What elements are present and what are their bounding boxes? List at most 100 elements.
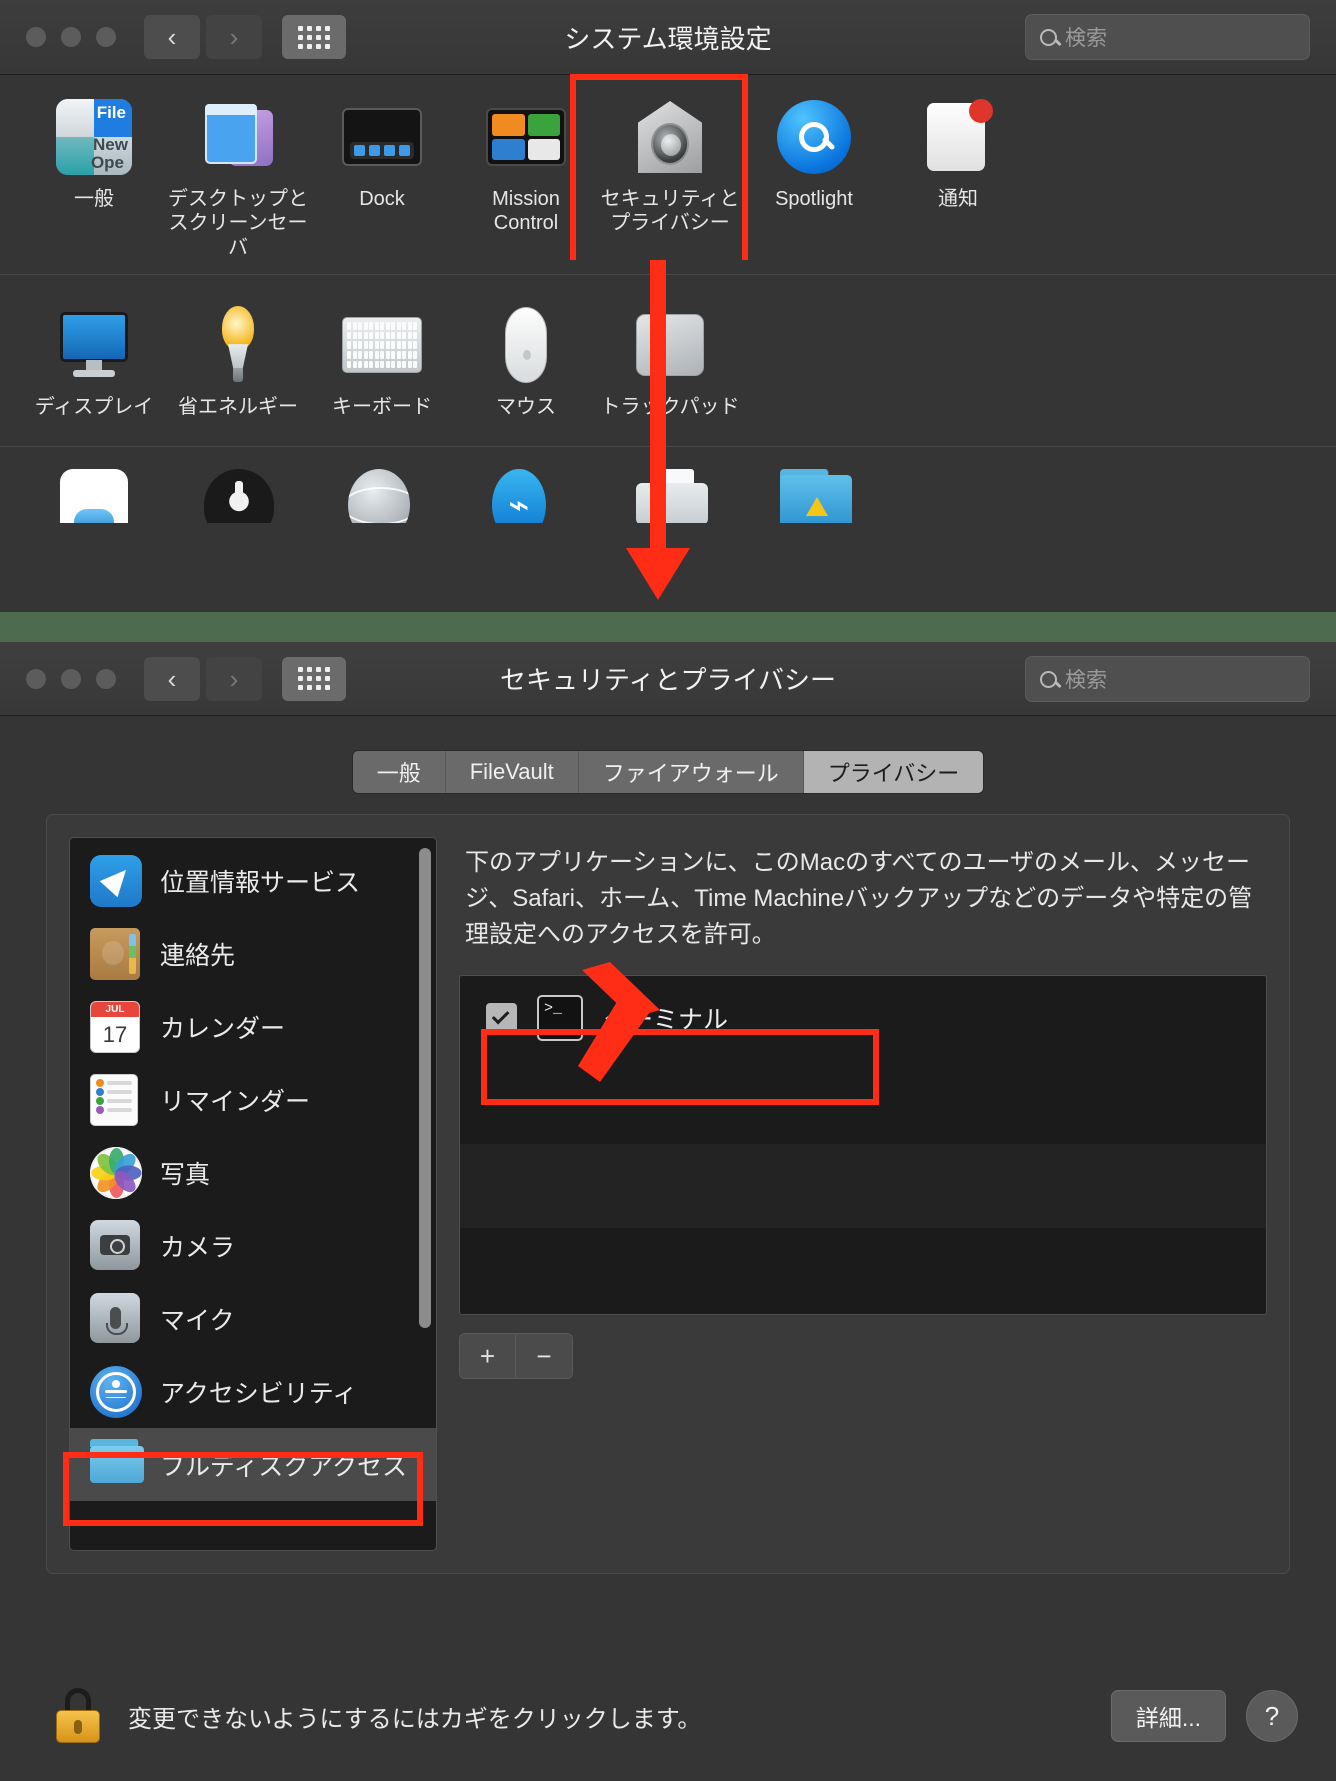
general-icon: File New Ope [54, 97, 134, 177]
sidebar-item-label: リマインダー [160, 1087, 311, 1116]
close-button[interactable] [26, 668, 46, 689]
help-button[interactable]: ? [1246, 1690, 1298, 1742]
pref-item-trackpad[interactable]: トラックパッド [598, 305, 742, 419]
system-preferences-window: ‹ › システム環境設定 検索 File New Ope 一般 デスクトップと … [0, 0, 1336, 612]
window1-titlebar: ‹ › システム環境設定 検索 [0, 0, 1336, 75]
sidebar-item-label: 連絡先 [160, 941, 236, 970]
app-checkbox[interactable] [486, 1002, 517, 1034]
pref-item-mission-control[interactable]: Mission Control [454, 97, 598, 260]
tab-privacy[interactable]: プライバシー [803, 751, 984, 793]
tab-bar: 一般 FileVault ファイアウォール プライバシー [38, 750, 1298, 794]
remove-app-button[interactable]: − [516, 1334, 572, 1378]
pref-item-printers-scanners[interactable] [598, 468, 742, 523]
zoom-button[interactable] [96, 27, 116, 47]
notifications-icon [918, 97, 998, 177]
calendar-icon: JUL 17 [90, 1000, 142, 1053]
general-icon-text-2: New [93, 135, 128, 154]
sidebar-item-full-disk-access[interactable]: フルディスクアクセス [70, 1428, 436, 1501]
grid-icon [298, 25, 330, 49]
pref-item-label: デスクトップと スクリーンセーバ [168, 188, 308, 259]
pref-item-mouse[interactable]: マウス [454, 305, 598, 419]
minimize-button[interactable] [61, 27, 81, 47]
pref-item-displays[interactable]: ディスプレイ [22, 305, 166, 419]
sidebar-item-label: 写真 [160, 1160, 211, 1189]
pref-item-desktop-screensaver[interactable]: デスクトップと スクリーンセーバ [166, 97, 310, 260]
pref-item-security-privacy[interactable]: セキュリティと プライバシー [598, 97, 742, 260]
search-icon [1040, 670, 1057, 688]
back-button[interactable]: ‹ [144, 656, 200, 701]
privacy-detail-column: 下のアプリケーションに、このMacのすべてのユーザのメール、メッセージ、Safa… [459, 837, 1267, 1551]
display-icon [54, 305, 134, 385]
unlocked-padlock-icon[interactable] [54, 1688, 102, 1744]
app-row-empty [460, 1060, 1266, 1144]
mission-control-icon [486, 97, 566, 177]
back-button[interactable]: ‹ [144, 15, 200, 59]
sidebar-item-label: カメラ [160, 1233, 236, 1262]
tab-filevault[interactable]: FileVault [445, 751, 579, 793]
forward-button[interactable]: › [206, 15, 262, 59]
search-placeholder: 検索 [1065, 669, 1107, 692]
window1-search-field[interactable]: 検索 [1025, 14, 1310, 60]
advanced-button[interactable]: 詳細... [1110, 1690, 1226, 1742]
show-all-grid-button[interactable] [282, 15, 346, 59]
spotlight-icon [774, 97, 854, 177]
pref-item-app-store[interactable] [166, 468, 310, 523]
sidebar-item-accessibility[interactable]: アクセシビリティ [70, 1355, 436, 1428]
window2-traffic-lights [26, 668, 116, 689]
pref-item-label: 省エネルギー [178, 396, 298, 419]
desktop-screensaver-icon [198, 97, 278, 177]
printers-scanners-icon [636, 468, 708, 523]
security-privacy-window: ‹ › セキュリティとプライバシー 検索 一般 FileVault ファイアウォ… [0, 642, 1336, 1781]
general-icon-text-3: Ope [90, 153, 124, 172]
forward-button[interactable]: › [206, 656, 262, 701]
bottom-bar: 変更できないようにするにはカギをクリックします。 詳細... ? [0, 1651, 1336, 1781]
tab-general[interactable]: 一般 [352, 751, 446, 793]
tab-firewall[interactable]: ファイアウォール [578, 751, 804, 793]
pref-item-spotlight[interactable]: Spotlight [742, 97, 886, 260]
close-button[interactable] [26, 27, 46, 47]
mouse-icon [486, 305, 566, 385]
sidebar-item-contacts[interactable]: 連絡先 [70, 917, 436, 990]
keyboard-icon [342, 305, 422, 385]
app-row-terminal[interactable]: >_ ターミナル [460, 976, 1266, 1060]
app-row-empty [460, 1228, 1266, 1312]
window2-search-field[interactable]: 検索 [1025, 656, 1310, 702]
sharing-icon [780, 468, 852, 523]
app-store-icon [204, 468, 274, 523]
pref-item-general[interactable]: File New Ope 一般 [22, 97, 166, 260]
sidebar-item-photos[interactable]: 写真 [70, 1136, 436, 1209]
pref-item-label: 通知 [938, 188, 978, 210]
pref-item-keyboard[interactable]: キーボード [310, 305, 454, 419]
add-app-button[interactable]: + [460, 1334, 516, 1378]
app-row-empty [460, 1144, 1266, 1228]
minimize-button[interactable] [61, 668, 81, 689]
window2-nav-group: ‹ › [144, 656, 262, 701]
location-services-icon [90, 854, 142, 907]
sidebar-item-microphone[interactable]: マイク [70, 1282, 436, 1355]
reminders-icon [90, 1073, 142, 1126]
sidebar-scrollbar[interactable] [419, 848, 431, 1328]
sidebar-item-camera[interactable]: カメラ [70, 1209, 436, 1282]
list-edit-buttons: + − [459, 1333, 1267, 1379]
sidebar-item-reminders[interactable]: リマインダー [70, 1063, 436, 1136]
icloud-icon [60, 468, 128, 523]
sidebar-item-location-services[interactable]: 位置情報サービス [70, 844, 436, 917]
privacy-category-list[interactable]: 位置情報サービス 連絡先 JUL 17 カレンダー リマインダー 写真 カメラ … [69, 837, 437, 1551]
zoom-button[interactable] [96, 668, 116, 689]
pref-item-icloud[interactable] [22, 468, 166, 523]
search-placeholder: 検索 [1065, 27, 1107, 50]
grid-icon [298, 667, 330, 690]
pref-item-bluetooth[interactable]: ⌁ [454, 468, 598, 523]
allowed-apps-list[interactable]: >_ ターミナル [459, 975, 1267, 1315]
sidebar-item-label: カレンダー [160, 1014, 286, 1043]
privacy-panel: 位置情報サービス 連絡先 JUL 17 カレンダー リマインダー 写真 カメラ … [46, 814, 1290, 1574]
pref-item-notifications[interactable]: 通知 [886, 97, 1030, 260]
pref-item-energy-saver[interactable]: 省エネルギー [166, 305, 310, 419]
pref-item-sharing[interactable] [742, 468, 886, 523]
window-divider-band [0, 612, 1336, 642]
show-all-grid-button[interactable] [282, 656, 346, 701]
sidebar-item-calendar[interactable]: JUL 17 カレンダー [70, 990, 436, 1063]
pref-item-dock[interactable]: Dock [310, 97, 454, 260]
sidebar-item-label: フルディスクアクセス [160, 1452, 408, 1481]
pref-item-network[interactable] [310, 468, 454, 523]
